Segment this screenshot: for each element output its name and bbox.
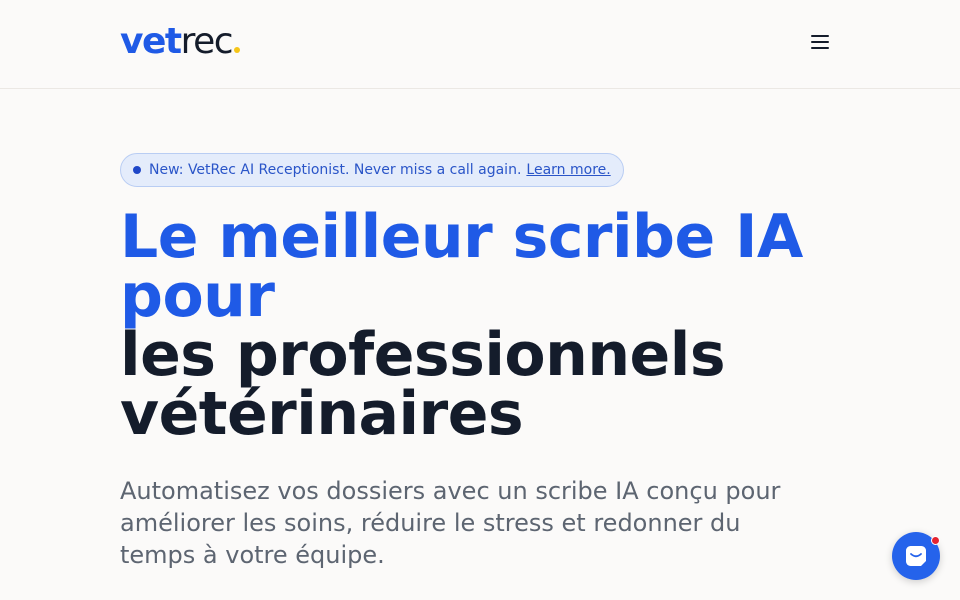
menu-bar-top [811,35,829,37]
chat-bubble-icon [906,546,926,566]
announcement-text: New: VetRec AI Receptionist. Never miss … [149,162,522,178]
headline-line-4: vétérinaires [120,379,524,449]
notification-badge [931,536,940,545]
announcement-pill[interactable]: New: VetRec AI Receptionist. Never miss … [120,153,624,187]
menu-bar-bottom [811,47,829,49]
hero-headline: Le meilleur scribe IA pour les professio… [120,202,860,449]
site-header: vet rec [0,0,960,89]
hero-subtext: Automatisez vos dossiers avec un scribe … [120,477,781,569]
announcement-dot-icon [133,166,141,174]
logo-text-vet: vet [120,21,182,62]
logo-text-rec: rec [180,21,234,62]
hamburger-menu-icon[interactable] [806,28,834,56]
headline-line-2: pour [120,261,275,331]
headline-line-3: les professionnels [120,320,726,390]
vetrec-logo[interactable]: vet rec [120,21,241,62]
learn-more-link[interactable]: Learn more. [526,162,610,178]
menu-bar-middle [811,41,829,43]
logo-dot [234,47,241,53]
chat-launcher-button[interactable] [892,532,940,580]
headline-line-1: Le meilleur scribe IA [120,202,803,272]
